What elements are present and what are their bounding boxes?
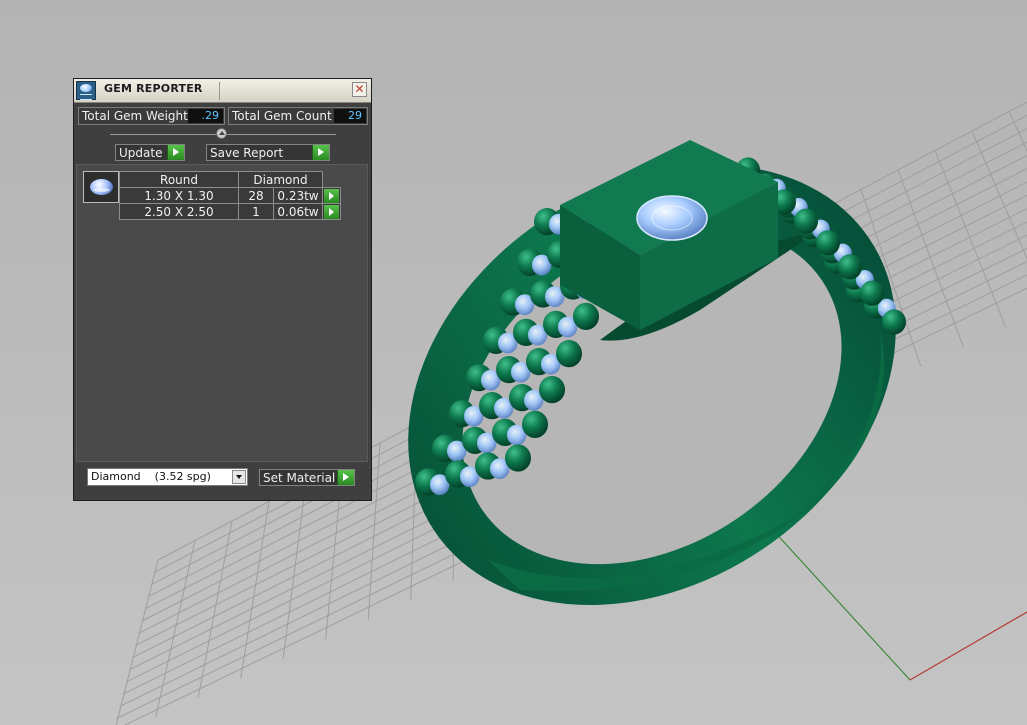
shape-header: Round [119,171,239,188]
gem-list: Round Diamond 1.30 X 1.30 28 0.23tw 2.50… [76,164,368,462]
gem-reporter-icon [76,81,96,100]
play-arrow-icon [337,470,354,485]
total-gem-count: Total Gem Count 29 [228,107,368,125]
round-gem-icon[interactable] [83,171,119,203]
table-row: 2.50 X 2.50 1 0.06tw [119,203,341,220]
material-header: Diamond [238,171,323,188]
gem-reporter-panel: GEM REPORTER ✕ Total Gem Weight .29 Tota… [73,78,372,501]
material-select-value: Diamond (3.52 spg) [91,470,211,483]
update-label: Update [119,146,163,160]
update-button[interactable]: Update [115,144,185,161]
row-select-button[interactable] [322,187,341,204]
play-arrow-icon[interactable] [324,204,339,219]
table-header: Round Diamond [119,171,341,188]
close-icon[interactable]: ✕ [352,82,367,97]
panel-title: GEM REPORTER [104,82,203,95]
gem-count: 1 [238,203,274,220]
table-row: 1.30 X 1.30 28 0.23tw [119,187,341,204]
set-material-button[interactable]: Set Material [259,469,355,486]
play-arrow-icon[interactable] [324,188,339,203]
total-count-label: Total Gem Count [232,109,332,123]
play-arrow-icon [167,145,184,160]
set-material-label: Set Material [263,471,336,485]
total-weight-label: Total Gem Weight [82,109,188,123]
title-bar[interactable]: GEM REPORTER ✕ [74,79,371,103]
row-select-button[interactable] [322,203,341,220]
gem-weight: 0.06tw [273,203,323,220]
slider-knob-icon[interactable] [216,128,227,139]
total-count-value: 29 [334,109,366,123]
total-gem-weight: Total Gem Weight .29 [78,107,225,125]
gem-weight: 0.23tw [273,187,323,204]
gem-size: 2.50 X 2.50 [119,203,239,220]
save-report-label: Save Report [210,146,284,160]
chevron-down-icon[interactable] [232,470,246,484]
gem-size: 1.30 X 1.30 [119,187,239,204]
gem-count: 28 [238,187,274,204]
total-weight-value: .29 [188,109,223,123]
play-arrow-icon [312,145,329,160]
title-divider [219,82,220,100]
save-report-button[interactable]: Save Report [206,144,330,161]
gem-table: Round Diamond 1.30 X 1.30 28 0.23tw 2.50… [119,171,341,220]
material-select[interactable]: Diamond (3.52 spg) [87,468,248,486]
